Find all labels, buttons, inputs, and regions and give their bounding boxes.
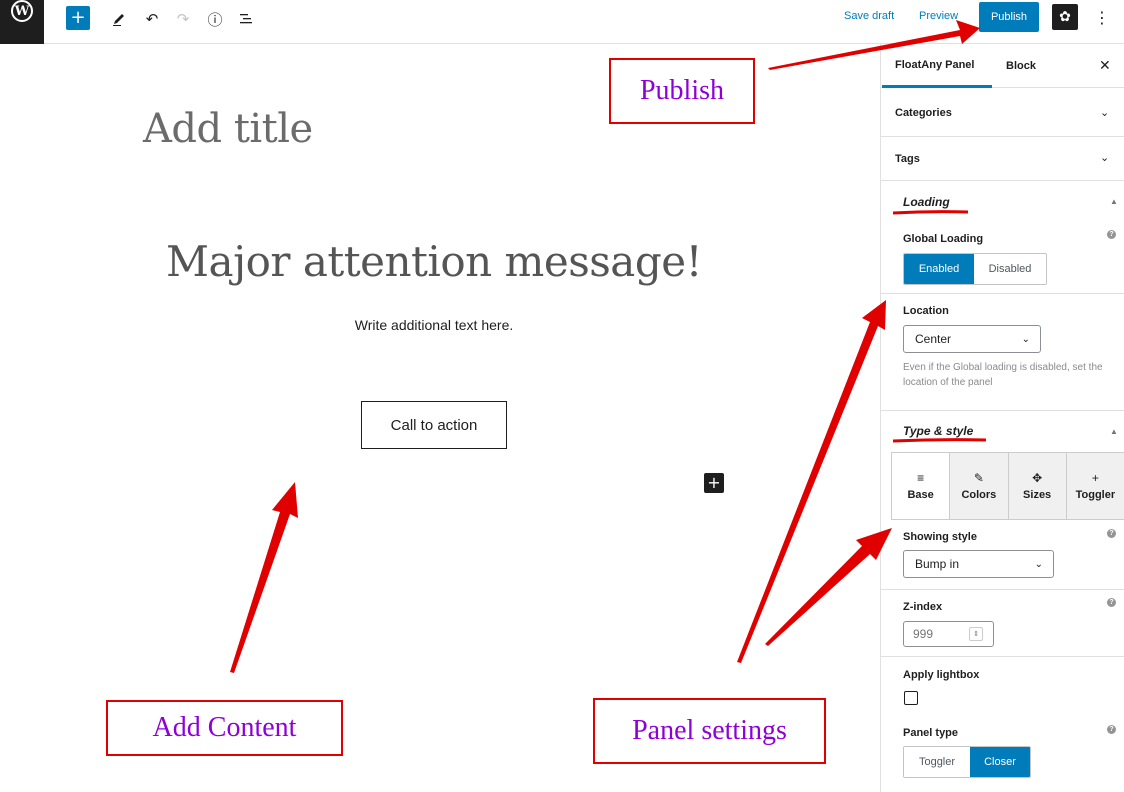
divider: [881, 656, 1124, 657]
publish-annotation: Publish: [609, 58, 755, 124]
spinner-icon[interactable]: ⇕: [969, 627, 983, 641]
help-icon[interactable]: ?: [1107, 230, 1116, 239]
preview-button[interactable]: Preview: [919, 10, 958, 22]
enabled-option[interactable]: Enabled: [904, 254, 974, 284]
divider: [881, 410, 1124, 411]
settings-button[interactable]: ✿: [1052, 4, 1078, 30]
settings-sidebar: FloatAny Panel Block ✕ Categories ⌄ Tags…: [880, 44, 1124, 792]
tab-colors-label: Colors: [961, 488, 997, 501]
plus-icon: +: [70, 7, 86, 28]
zindex-label: Z-index: [903, 601, 943, 613]
vertical-ellipsis-icon: ⋮: [1094, 7, 1110, 27]
categories-label: Categories: [895, 107, 952, 119]
redo-icon: ↷: [176, 10, 190, 28]
brush-icon: ✎: [973, 470, 984, 485]
tab-floatany-panel[interactable]: FloatAny Panel: [882, 44, 992, 88]
publish-button[interactable]: Publish: [979, 2, 1039, 32]
wordpress-logo-icon: W: [11, 0, 33, 22]
help-icon[interactable]: ?: [1107, 529, 1116, 538]
tab-toggler[interactable]: + Toggler: [1067, 453, 1124, 519]
global-loading-toggle: Enabled Disabled: [903, 253, 1047, 285]
tags-panel[interactable]: Tags ⌄: [881, 137, 1124, 181]
tab-block[interactable]: Block: [1006, 44, 1036, 88]
move-icon: ✥: [1032, 470, 1043, 485]
chevron-down-icon: ⌄: [1034, 558, 1043, 570]
redo-button[interactable]: ↷: [170, 6, 196, 32]
showing-style-select[interactable]: Bump in ⌄: [903, 550, 1054, 578]
pencil-icon: [113, 14, 124, 26]
location-value: Center: [915, 332, 952, 346]
lightbox-checkbox[interactable]: [904, 691, 918, 705]
location-label: Location: [903, 305, 949, 317]
panel-type-label: Panel type: [903, 727, 959, 739]
chevron-down-icon: ⌄: [1100, 152, 1110, 164]
panel-type-toggle: Toggler Closer: [903, 746, 1031, 778]
lightbox-label: Apply lightbox: [903, 669, 980, 681]
wordpress-logo-button[interactable]: W: [0, 0, 44, 44]
loading-section-title[interactable]: Loading: [903, 195, 950, 209]
sliders-icon: ≡: [917, 470, 925, 485]
save-draft-button[interactable]: Save draft: [844, 10, 894, 22]
info-icon: ⓘ: [207, 10, 223, 29]
editor-toolbar: W + ↶ ↷ ⓘ Save draft Preview Publish ✿ ⋮: [0, 0, 1124, 44]
zindex-input[interactable]: 999 ⇕: [903, 621, 994, 647]
divider: [881, 293, 1124, 294]
plus-icon: +: [1091, 470, 1099, 485]
block-inserter-button[interactable]: +: [66, 6, 90, 30]
location-hint: Even if the Global loading is disabled, …: [903, 362, 1103, 388]
showing-style-value: Bump in: [915, 557, 960, 571]
plus-icon: +: [707, 473, 721, 492]
style-tabs: ≡ Base ✎ Colors ✥ Sizes + Toggler: [891, 452, 1124, 520]
location-select[interactable]: Center ⌄: [903, 325, 1041, 353]
showing-style-label: Showing style: [903, 531, 977, 543]
add-content-annotation: Add Content: [106, 700, 343, 756]
close-sidebar-button[interactable]: ✕: [1099, 57, 1111, 74]
categories-panel[interactable]: Categories ⌄: [881, 89, 1124, 137]
tab-toggler-label: Toggler: [1075, 488, 1116, 501]
tab-base-label: Base: [907, 488, 934, 501]
block-inserter-inline-button[interactable]: +: [704, 473, 724, 493]
divider: [881, 589, 1124, 590]
zindex-value: 999: [913, 627, 934, 641]
tab-sizes[interactable]: ✥ Sizes: [1009, 453, 1067, 519]
tools-button[interactable]: [106, 6, 132, 32]
gear-icon: ✿: [1059, 9, 1071, 25]
call-to-action-button[interactable]: Call to action: [361, 401, 507, 449]
list-view-button[interactable]: [234, 6, 260, 32]
tab-colors[interactable]: ✎ Colors: [950, 453, 1009, 519]
tags-label: Tags: [895, 153, 920, 165]
tab-base[interactable]: ≡ Base: [892, 453, 951, 519]
heading-block[interactable]: Major attention message!: [0, 237, 868, 286]
global-loading-label: Global Loading: [903, 233, 984, 245]
closer-option[interactable]: Closer: [970, 747, 1030, 777]
undo-button[interactable]: ↶: [139, 6, 165, 32]
help-icon[interactable]: ?: [1107, 598, 1116, 607]
chevron-down-icon: ⌄: [1100, 107, 1110, 119]
more-options-button[interactable]: ⋮: [1094, 6, 1110, 28]
post-title-input[interactable]: Add title: [143, 106, 313, 152]
disabled-option[interactable]: Disabled: [974, 254, 1046, 284]
toggler-option[interactable]: Toggler: [904, 747, 970, 777]
tab-sizes-label: Sizes: [1023, 488, 1052, 501]
paragraph-block[interactable]: Write additional text here.: [0, 317, 868, 333]
type-style-section-title[interactable]: Type & style: [903, 424, 973, 438]
chevron-down-icon: ⌄: [1021, 333, 1030, 345]
list-view-icon: [240, 14, 252, 24]
panel-settings-annotation: Panel settings: [593, 698, 826, 764]
help-icon[interactable]: ?: [1107, 725, 1116, 734]
chevron-up-icon[interactable]: ▲: [1110, 427, 1118, 436]
details-button[interactable]: ⓘ: [202, 6, 228, 32]
chevron-up-icon[interactable]: ▲: [1110, 197, 1118, 206]
undo-icon: ↶: [145, 10, 159, 28]
sidebar-tabs: FloatAny Panel Block ✕: [881, 44, 1124, 88]
close-icon: ✕: [1099, 57, 1111, 73]
